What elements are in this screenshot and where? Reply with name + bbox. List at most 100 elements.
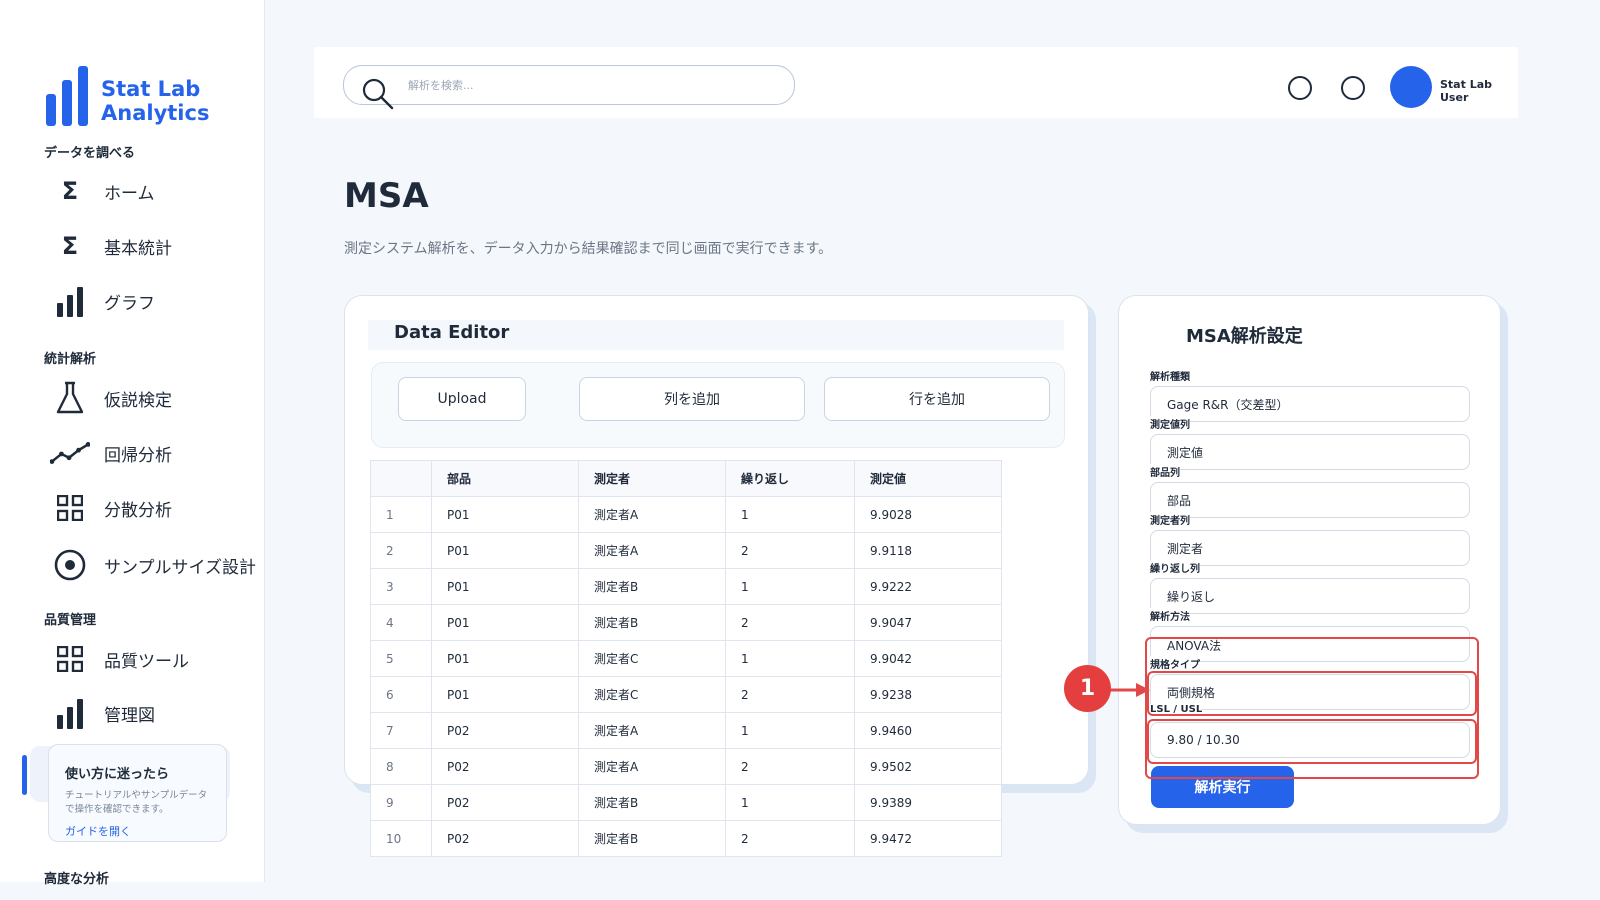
sidebar-item-basic-stats[interactable]: Σ 基本統計	[50, 226, 260, 266]
analysis-type-select[interactable]: Gage R&R（交差型）	[1150, 386, 1470, 422]
brand-logo[interactable]	[46, 66, 88, 126]
help-card: 使い方に迷ったら チュートリアルやサンプルデータで操作を確認できます。 ガイドを…	[48, 744, 227, 842]
add-row-button[interactable]: 行を追加	[824, 377, 1050, 421]
table-cell[interactable]: P02	[431, 784, 579, 821]
help-guide-link[interactable]: ガイドを開く	[65, 823, 131, 839]
notification-icon[interactable]	[1288, 76, 1312, 100]
table-cell[interactable]: P01	[431, 568, 579, 605]
search-icon	[362, 78, 394, 110]
table-cell[interactable]: 9.9118	[854, 532, 1002, 569]
repeat-column-select[interactable]: 繰り返し	[1150, 578, 1470, 614]
row-index-cell: 9	[370, 784, 432, 821]
table-cell[interactable]: 1	[725, 568, 855, 605]
sidebar-item-hypothesis[interactable]: 仮説検定	[50, 378, 260, 418]
table-cell[interactable]: 測定者A	[578, 712, 726, 749]
table-cell[interactable]: 2	[725, 748, 855, 785]
table-cell[interactable]: P02	[431, 712, 579, 749]
table-row[interactable]: 9 P02 測定者B 1 9.9389	[370, 784, 1002, 821]
part-column-select[interactable]: 部品	[1150, 482, 1470, 518]
add-column-button[interactable]: 列を追加	[579, 377, 805, 421]
table-cell[interactable]: 測定者B	[578, 784, 726, 821]
page-subtitle: 測定システム解析を、データ入力から結果確認まで同じ画面で実行できます。	[344, 241, 833, 257]
row-index-cell: 8	[370, 748, 432, 785]
section-title-advanced: 高度な分析	[44, 872, 110, 887]
row-index-cell: 3	[370, 568, 432, 605]
target-icon	[50, 545, 90, 585]
table-cell[interactable]: P02	[431, 820, 579, 857]
table-cell[interactable]: 2	[725, 604, 855, 641]
table-cell[interactable]: 9.9460	[854, 712, 1002, 749]
search-input[interactable]	[406, 66, 780, 104]
user-name[interactable]: Stat Lab User	[1440, 78, 1518, 104]
field-value: 部品	[1167, 493, 1192, 508]
field-value: 繰り返し	[1167, 589, 1216, 604]
table-cell[interactable]: P01	[431, 640, 579, 677]
table-cell[interactable]: 9.9502	[854, 748, 1002, 785]
sidebar-item-label: 基本統計	[104, 238, 172, 259]
sidebar-item-anova[interactable]: 分散分析	[50, 488, 260, 528]
table-cell[interactable]: 1	[725, 712, 855, 749]
table-cell[interactable]: 測定者B	[578, 568, 726, 605]
column-header-measurement[interactable]: 測定値	[854, 460, 1002, 497]
table-cell[interactable]: 9.9042	[854, 640, 1002, 677]
sidebar-item-home[interactable]: Σ ホーム	[50, 171, 260, 211]
settings-icon[interactable]	[1341, 76, 1365, 100]
row-index-cell: 6	[370, 676, 432, 713]
table-cell[interactable]: P01	[431, 496, 579, 533]
table-cell[interactable]: 1	[725, 496, 855, 533]
table-cell[interactable]: 9.9028	[854, 496, 1002, 533]
sidebar-item-regression[interactable]: 回帰分析	[50, 433, 260, 473]
table-cell[interactable]: 1	[725, 640, 855, 677]
table-cell[interactable]: 2	[725, 676, 855, 713]
table-cell[interactable]: 測定者B	[578, 604, 726, 641]
sidebar-item-sample-size[interactable]: サンプルサイズ設計	[50, 545, 260, 585]
measurement-column-select[interactable]: 測定値	[1150, 434, 1470, 470]
table-cell[interactable]: 9.9222	[854, 568, 1002, 605]
sidebar-item-quality-tools[interactable]: 品質ツール	[50, 639, 260, 679]
brand-name[interactable]: Stat Lab Analytics	[101, 77, 264, 125]
column-header-operator[interactable]: 測定者	[578, 460, 726, 497]
table-cell[interactable]: 9.9238	[854, 676, 1002, 713]
help-card-description: チュートリアルやサンプルデータで操作を確認できます。	[65, 790, 208, 815]
avatar[interactable]	[1390, 66, 1432, 108]
table-cell[interactable]: 9.9389	[854, 784, 1002, 821]
table-row[interactable]: 7 P02 測定者A 1 9.9460	[370, 712, 1002, 749]
row-index-cell: 10	[370, 820, 432, 857]
section-title-explore: データを調べる	[44, 146, 136, 161]
sidebar-item-control-chart[interactable]: 管理図	[50, 693, 260, 733]
table-cell[interactable]: 9.9472	[854, 820, 1002, 857]
table-row[interactable]: 4 P01 測定者B 2 9.9047	[370, 604, 1002, 641]
table-cell[interactable]: 測定者C	[578, 676, 726, 713]
table-cell[interactable]: 9.9047	[854, 604, 1002, 641]
table-row[interactable]: 3 P01 測定者B 1 9.9222	[370, 568, 1002, 605]
table-cell[interactable]: P01	[431, 532, 579, 569]
table-cell[interactable]: 測定者B	[578, 820, 726, 857]
highlight-lsl-usl	[1147, 719, 1477, 764]
search-box[interactable]	[343, 65, 795, 110]
sidebar-item-label: ホーム	[104, 183, 155, 204]
upload-button[interactable]: Upload	[398, 377, 526, 421]
table-cell[interactable]: P01	[431, 604, 579, 641]
table-cell[interactable]: P02	[431, 748, 579, 785]
table-row[interactable]: 8 P02 測定者A 2 9.9502	[370, 748, 1002, 785]
table-cell[interactable]: 測定者A	[578, 496, 726, 533]
table-row[interactable]: 2 P01 測定者A 2 9.9118	[370, 532, 1002, 569]
table-row[interactable]: 1 P01 測定者A 1 9.9028	[370, 496, 1002, 533]
flask-icon	[50, 378, 90, 418]
table-cell[interactable]: 測定者A	[578, 532, 726, 569]
table-cell[interactable]: 2	[725, 820, 855, 857]
column-header-repeat[interactable]: 繰り返し	[725, 460, 855, 497]
table-cell[interactable]: P01	[431, 676, 579, 713]
table-row[interactable]: 10 P02 測定者B 2 9.9472	[370, 820, 1002, 857]
sidebar: Stat Lab Analytics データを調べる Σ ホーム Σ 基本統計 …	[0, 0, 265, 887]
table-row[interactable]: 5 P01 測定者C 1 9.9042	[370, 640, 1002, 677]
sidebar-item-graph[interactable]: グラフ	[50, 281, 260, 321]
grid-icon	[50, 639, 90, 679]
table-cell[interactable]: 測定者A	[578, 748, 726, 785]
column-header-part[interactable]: 部品	[431, 460, 579, 497]
table-cell[interactable]: 2	[725, 532, 855, 569]
table-cell[interactable]: 1	[725, 784, 855, 821]
sigma-icon: Σ	[61, 177, 79, 205]
table-cell[interactable]: 測定者C	[578, 640, 726, 677]
table-row[interactable]: 6 P01 測定者C 2 9.9238	[370, 676, 1002, 713]
